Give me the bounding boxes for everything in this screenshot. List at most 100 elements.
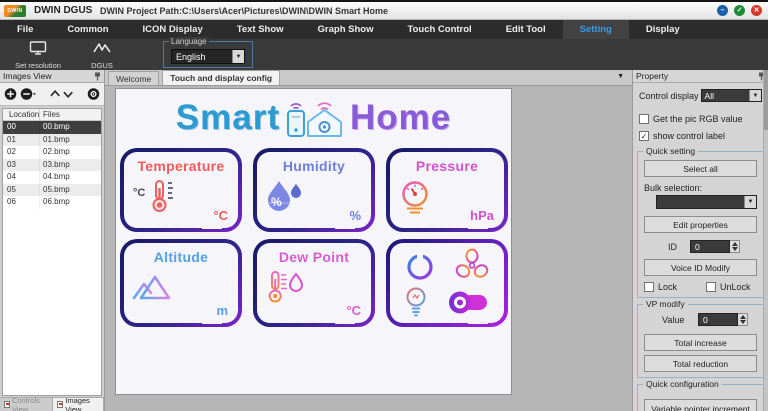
add-image-icon[interactable] [4,87,17,101]
menu-edit-tool[interactable]: Edit Tool [489,20,563,39]
workspace: Smart Home Temperature °C °C Humidity % … [105,86,632,411]
tab-images-view[interactable]: Images View [53,395,104,411]
vp-modify-group: VP modify Value 0 Total increase Total r… [637,299,764,378]
move-down-icon[interactable] [63,87,74,101]
tile-unit: % [349,208,361,223]
total-reduction-button[interactable]: Total reduction [644,355,757,372]
minimize-button[interactable]: – [717,5,728,16]
tile-label: Pressure [415,158,479,174]
id-spinner[interactable]: 0 [690,240,740,253]
set-resolution-button[interactable]: Set resolution [10,41,66,70]
language-dropdown-arrow-icon[interactable]: ▼ [232,50,244,63]
value-spinner[interactable]: 0 [698,313,748,326]
row-file: 03.bmp [43,159,70,169]
monitor-icon [29,41,47,55]
variable-pointer-increment-button[interactable]: Variable pointer increment [644,399,757,411]
images-view-header: Images View [0,70,104,83]
remove-image-icon[interactable] [20,87,37,101]
tab-touch-and-display-config[interactable]: Touch and display config [162,70,281,85]
tab-overflow-arrow-icon[interactable]: ▼ [617,73,624,80]
scrollbar-thumb[interactable] [764,70,768,130]
language-group-label: Language [169,37,209,46]
select-all-button[interactable]: Select all [644,160,757,177]
dropdown-arrow-icon[interactable]: ▼ [744,196,756,208]
tile-label: Temperature [137,158,225,174]
tile-humidity[interactable]: Humidity % % [253,148,375,232]
tile-altitude[interactable]: Altitude m [120,239,242,327]
design-canvas[interactable]: Smart Home Temperature °C °C Humidity % … [115,88,512,395]
pin-icon[interactable] [94,72,101,81]
language-select[interactable]: English ▼ [171,49,245,64]
menu-display[interactable]: Display [629,20,697,39]
dwin-logo-icon: DWIN [4,4,26,17]
table-row[interactable]: 05 05.bmp [3,183,101,196]
smart-home-logo-icon [286,102,342,137]
dropdown-arrow-icon[interactable]: ▼ [749,90,761,101]
table-row[interactable]: 01 01.bmp [3,133,101,146]
dgus-button[interactable]: DGUS [80,41,124,70]
total-increase-button[interactable]: Total increase [644,334,757,351]
maximize-button[interactable]: ✓ [734,5,745,16]
tile-label: Dew Point [278,249,350,265]
tile-dew-point[interactable]: Dew Point °C [253,239,375,327]
table-row[interactable]: 04 04.bmp [3,171,101,184]
tile-label: Altitude [153,249,209,265]
column-files: Files [43,110,60,119]
quick-setting-group: Quick setting Select all Bulk selection:… [637,146,764,298]
dwin-dgus-window: DWIN DWIN DGUS DWIN Project Path:C:\User… [0,0,768,411]
unlock-checkbox[interactable] [706,282,716,292]
project-path: DWIN Project Path:C:\Users\Acer\Pictures… [100,5,389,16]
id-value: 0 [690,240,730,253]
toggle-switch-icon[interactable] [447,286,491,318]
power-icon[interactable] [404,248,436,282]
property-scrollbar[interactable] [763,70,768,411]
tab-label: Images View [65,395,90,411]
row-location: 06 [3,196,40,209]
row-location: 04 [3,171,40,184]
preview-eye-icon[interactable] [87,87,100,101]
lock-checkbox[interactable] [644,282,654,292]
spinner-arrows-icon[interactable] [738,313,748,326]
row-location: 03 [3,158,40,171]
rgb-checkbox[interactable] [639,114,649,124]
controls-view-icon [4,401,10,408]
quick-setting-title: Quick setting [643,146,699,156]
menu-setting[interactable]: Setting [562,20,629,39]
app-title: DWIN DGUS [34,5,93,16]
spinner-arrows-icon[interactable] [730,240,740,253]
tab-welcome[interactable]: Welcome [108,71,160,85]
menu-file[interactable]: File [0,20,50,39]
menu-text-show[interactable]: Text Show [220,20,301,39]
tile-temperature[interactable]: Temperature °C °C [120,148,242,232]
table-row[interactable]: 00 00.bmp [3,121,101,134]
fan-icon[interactable] [454,248,490,282]
close-button[interactable]: ✕ [751,5,762,16]
table-row[interactable]: 06 06.bmp [3,196,101,209]
table-row[interactable]: 02 02.bmp [3,146,101,159]
images-table: Location Files 00 00.bmp 01 01.bmp 02 02.bm… [2,108,102,396]
row-file: 06.bmp [43,197,70,206]
tab-label: Controls View [11,395,40,411]
menu-common[interactable]: Common [50,20,125,39]
images-toolbar [0,83,104,106]
rgb-checkbox-row[interactable]: Get the pic RGB value [639,114,762,124]
menu-graph-show[interactable]: Graph Show [301,20,391,39]
tab-controls-view[interactable]: Controls View [0,395,54,411]
move-up-icon[interactable] [50,87,61,101]
unlock-checkbox-row[interactable]: UnLock [706,282,751,292]
control-display-label: Control display [639,90,699,101]
bulk-selection-select[interactable]: ▼ [656,195,757,209]
tile-controls[interactable] [386,239,508,327]
tile-pressure[interactable]: Pressure hPa [386,148,508,232]
voice-id-modify-button[interactable]: Voice ID Modify [644,259,757,276]
show-control-label-checkbox[interactable]: ✓ [639,131,649,141]
edit-properties-button[interactable]: Edit properties [644,216,757,233]
show-label-checkbox-row[interactable]: ✓ show control label [639,131,762,141]
lock-checkbox-row[interactable]: Lock [644,282,677,292]
table-row[interactable]: 03 03.bmp [3,158,101,171]
quick-configuration-group: Quick configuration Variable pointer inc… [637,379,764,411]
menu-touch-control[interactable]: Touch Control [391,20,489,39]
control-display-select[interactable]: All ▼ [700,89,762,102]
light-bulb-icon[interactable] [403,286,429,318]
mountain-icon [132,275,171,300]
